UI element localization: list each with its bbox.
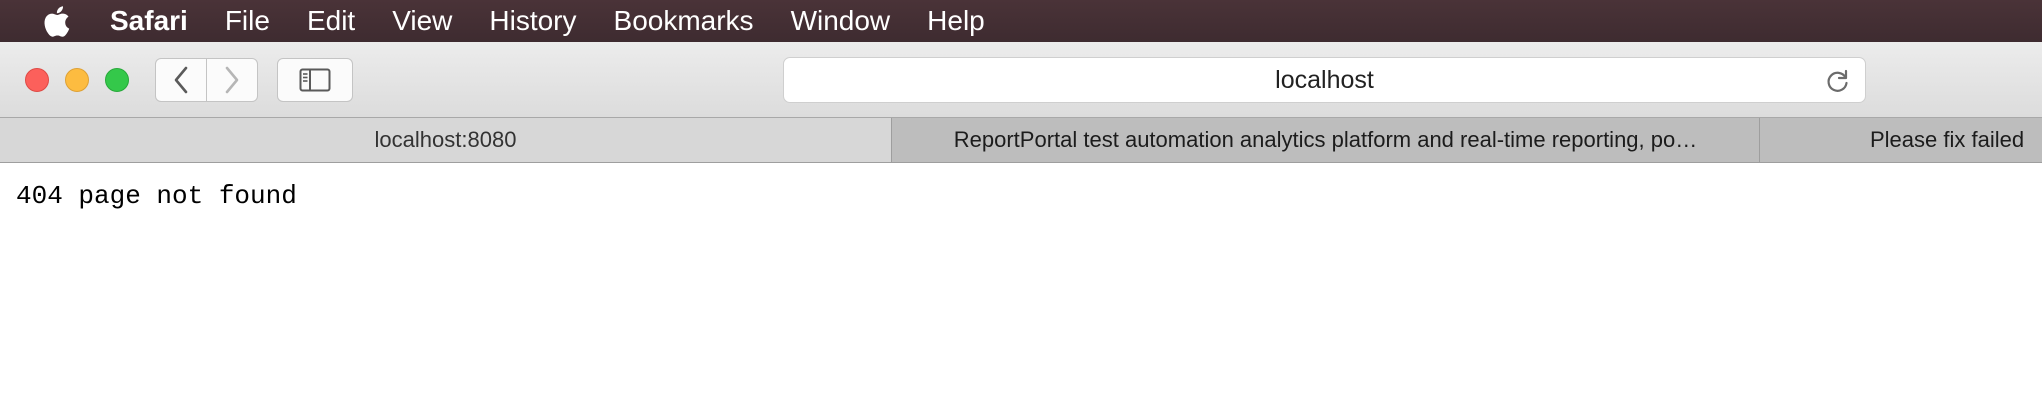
navigation-buttons — [155, 58, 258, 102]
tab-title: localhost:8080 — [374, 127, 517, 152]
menu-file[interactable]: File — [225, 5, 270, 37]
reload-button[interactable] — [1825, 68, 1851, 94]
tab-please-fix-failed[interactable]: Please fix failed — [1760, 118, 2042, 162]
toolbar: localhost — [0, 42, 2042, 117]
tab-title: Please fix failed — [1870, 127, 2025, 152]
address-text: localhost — [1275, 65, 1374, 94]
menu-bookmarks[interactable]: Bookmarks — [614, 5, 754, 37]
reload-icon — [1827, 69, 1848, 92]
tab-title: ReportPortal test automation analytics p… — [953, 127, 1698, 152]
menu-edit[interactable]: Edit — [307, 5, 355, 37]
page-body-text: 404 page not found — [16, 181, 297, 211]
menu-bar: Safari File Edit View History Bookmarks … — [0, 0, 2042, 42]
sidebar-icon — [299, 68, 331, 92]
back-button[interactable] — [156, 59, 207, 101]
zoom-window-button[interactable] — [105, 68, 129, 92]
web-content: 404 page not found — [0, 163, 2042, 398]
menu-view[interactable]: View — [392, 5, 452, 37]
chevron-left-icon — [174, 66, 188, 94]
tab-localhost[interactable]: localhost:8080 — [0, 118, 892, 162]
chevron-right-icon — [225, 66, 239, 94]
tab-bar: localhost:8080 ReportPortal test automat… — [0, 117, 2042, 163]
minimize-window-button[interactable] — [65, 68, 89, 92]
forward-button[interactable] — [207, 59, 257, 101]
close-window-button[interactable] — [25, 68, 49, 92]
apple-logo-icon[interactable] — [40, 3, 72, 39]
show-sidebar-button[interactable] — [277, 58, 353, 102]
menu-history[interactable]: History — [489, 5, 576, 37]
menu-safari[interactable]: Safari — [110, 5, 188, 37]
address-bar[interactable]: localhost — [783, 57, 1866, 103]
menu-window[interactable]: Window — [791, 5, 891, 37]
tab-reportportal[interactable]: ReportPortal test automation analytics p… — [892, 118, 1760, 162]
menu-help[interactable]: Help — [927, 5, 985, 37]
